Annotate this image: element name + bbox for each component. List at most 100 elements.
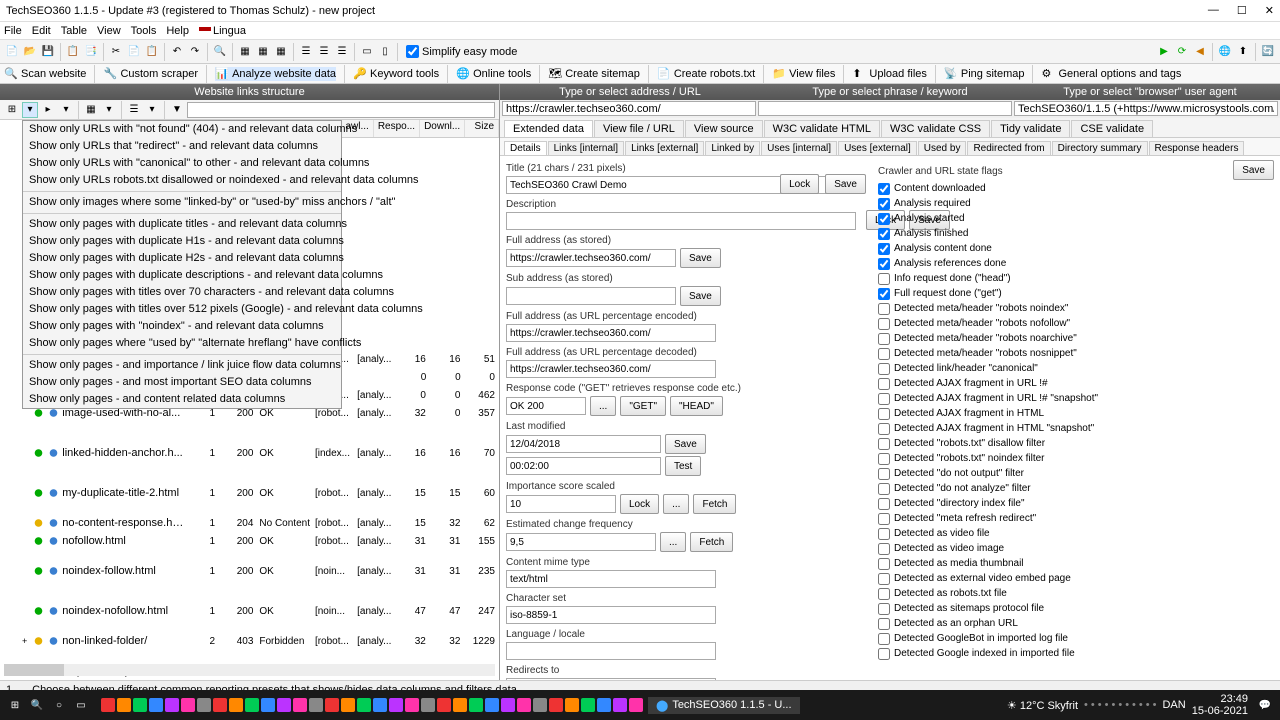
btn-save[interactable]: Save	[665, 434, 706, 454]
preset-item[interactable]: Show only pages with titles over 512 pix…	[23, 301, 341, 318]
taskbar-app-icon[interactable]	[389, 698, 403, 712]
subtab-4[interactable]: Uses [internal]	[761, 141, 837, 155]
taskbar-app-icon[interactable]	[629, 698, 643, 712]
flag-row[interactable]: Detected AJAX fragment in URL !#	[878, 377, 1274, 390]
action-general-options-and-tags[interactable]: ⚙General options and tags	[1041, 67, 1181, 81]
btn-head[interactable]: "HEAD"	[670, 396, 723, 416]
flag-checkbox[interactable]	[878, 258, 890, 270]
grid2-icon[interactable]: ▦	[255, 44, 271, 60]
t2-icon[interactable]: ▦	[83, 102, 99, 118]
menu-lingua[interactable]: Lingua	[199, 25, 246, 37]
subtab-5[interactable]: Uses [external]	[838, 141, 917, 155]
tab-4[interactable]: W3C validate CSS	[881, 120, 990, 137]
subtab-3[interactable]: Linked by	[705, 141, 760, 155]
taskbar-app-icon[interactable]	[181, 698, 195, 712]
table-row[interactable]: linked-hidden-anchor.h...1200OK[index...…	[0, 444, 499, 462]
flag-row[interactable]: Analysis references done	[878, 257, 1274, 270]
flag-row[interactable]: Detected Google indexed in imported file	[878, 647, 1274, 660]
flag-row[interactable]: Content downloaded	[878, 182, 1274, 195]
subtab-9[interactable]: Response headers	[1149, 141, 1245, 155]
preset-item[interactable]: Show only pages with titles over 70 char…	[23, 284, 341, 301]
field-input[interactable]	[506, 678, 716, 680]
flag-row[interactable]: Detected as video file	[878, 527, 1274, 540]
flag-checkbox[interactable]	[878, 243, 890, 255]
flag-row[interactable]: Analysis content done	[878, 242, 1274, 255]
redo-icon[interactable]: ↷	[187, 44, 203, 60]
flag-checkbox[interactable]	[878, 603, 890, 615]
layout1-icon[interactable]: ▭	[359, 44, 375, 60]
flag-checkbox[interactable]	[878, 468, 890, 480]
taskbar-app-icon[interactable]	[133, 698, 147, 712]
tab-6[interactable]: CSE validate	[1071, 120, 1153, 137]
copy2-icon[interactable]: 📄	[126, 44, 142, 60]
subtab-6[interactable]: Used by	[918, 141, 967, 155]
table-row[interactable]: noindex-nofollow.html1200OK[noin...[anal…	[0, 602, 499, 620]
flag-row[interactable]: Detected link/header "canonical"	[878, 362, 1274, 375]
preset-item[interactable]: Show only URLs robots.txt disallowed or …	[23, 172, 341, 189]
menu-file[interactable]: File	[4, 25, 22, 37]
taskbar-app-icon[interactable]	[533, 698, 547, 712]
field-input[interactable]	[506, 212, 856, 230]
flag-checkbox[interactable]	[878, 618, 890, 630]
new-icon[interactable]: 📄	[4, 44, 20, 60]
flag-row[interactable]: Detected meta/header "robots noarchive"	[878, 332, 1274, 345]
flag-checkbox[interactable]	[878, 213, 890, 225]
action-create-sitemap[interactable]: 🗺Create sitemap	[548, 67, 640, 81]
preset-item[interactable]: Show only URLs with "canonical" to other…	[23, 155, 341, 172]
taskbar-app-icon[interactable]	[517, 698, 531, 712]
taskbar-app-icon[interactable]	[309, 698, 323, 712]
flag-row[interactable]: Detected meta/header "robots nofollow"	[878, 317, 1274, 330]
tray-icon[interactable]: •	[1139, 699, 1143, 711]
action-create-robots-txt[interactable]: 📄Create robots.txt	[657, 67, 755, 81]
subtab-0[interactable]: Details	[504, 141, 547, 155]
tab-5[interactable]: Tidy validate	[991, 120, 1070, 137]
flag-checkbox[interactable]	[878, 558, 890, 570]
taskview-icon[interactable]: ▭	[71, 695, 91, 715]
taskbar-app-icon[interactable]	[469, 698, 483, 712]
field-input[interactable]	[506, 435, 661, 453]
flag-checkbox[interactable]	[878, 513, 890, 525]
maximize-button[interactable]: ☐	[1237, 4, 1247, 17]
taskbar-app-icon[interactable]	[549, 698, 563, 712]
col-header[interactable]: Respo...	[374, 120, 420, 137]
upload-icon[interactable]: ⬆	[1235, 44, 1251, 60]
preset-dropdown-icon[interactable]: ▾	[22, 102, 38, 118]
preset-item[interactable]: Show only pages - and content related da…	[23, 391, 341, 408]
btn-[interactable]: ...	[663, 494, 689, 514]
preset-item[interactable]: Show only pages - and most important SEO…	[23, 374, 341, 391]
save-button[interactable]: Save	[825, 174, 866, 194]
action-view-files[interactable]: 📁View files	[772, 67, 835, 81]
field-input[interactable]	[506, 606, 716, 624]
lock-button[interactable]: Lock	[780, 174, 819, 194]
flag-row[interactable]: Detected "directory index file"	[878, 497, 1274, 510]
subtab-8[interactable]: Directory summary	[1052, 141, 1148, 155]
flag-checkbox[interactable]	[878, 288, 890, 300]
menu-edit[interactable]: Edit	[32, 25, 51, 37]
flag-checkbox[interactable]	[878, 183, 890, 195]
t3-icon[interactable]: ▾	[101, 102, 117, 118]
flag-row[interactable]: Detected as video image	[878, 542, 1274, 555]
table-row[interactable]: noindex-follow.html1200OK[noin...[analy.…	[0, 562, 499, 580]
taskbar-app-icon[interactable]	[357, 698, 371, 712]
action-online-tools[interactable]: 🌐Online tools	[456, 67, 531, 81]
menu-help[interactable]: Help	[166, 25, 189, 37]
reload-icon[interactable]: ⟳	[1174, 44, 1190, 60]
grid-icon[interactable]: ▦	[237, 44, 253, 60]
tree-icon[interactable]: ⊞	[4, 102, 20, 118]
expand-icon[interactable]: ▸	[40, 102, 56, 118]
flag-checkbox[interactable]	[878, 423, 890, 435]
action-custom-scraper[interactable]: 🔧Custom scraper	[103, 67, 198, 81]
flag-row[interactable]: Detected AJAX fragment in HTML	[878, 407, 1274, 420]
field-input[interactable]	[506, 533, 656, 551]
flag-row[interactable]: Info request done ("head")	[878, 272, 1274, 285]
field-input[interactable]	[506, 397, 586, 415]
btn-lock[interactable]: Lock	[620, 494, 659, 514]
cut-icon[interactable]: ✂	[108, 44, 124, 60]
flag-row[interactable]: Detected as an orphan URL	[878, 617, 1274, 630]
preset-dropdown[interactable]: Show only URLs with "not found" (404) - …	[22, 120, 342, 409]
flag-checkbox[interactable]	[878, 378, 890, 390]
flag-checkbox[interactable]	[878, 588, 890, 600]
tab-2[interactable]: View source	[685, 120, 763, 137]
flag-row[interactable]: Detected AJAX fragment in URL !# "snapsh…	[878, 392, 1274, 405]
flag-row[interactable]: Detected as media thumbnail	[878, 557, 1274, 570]
